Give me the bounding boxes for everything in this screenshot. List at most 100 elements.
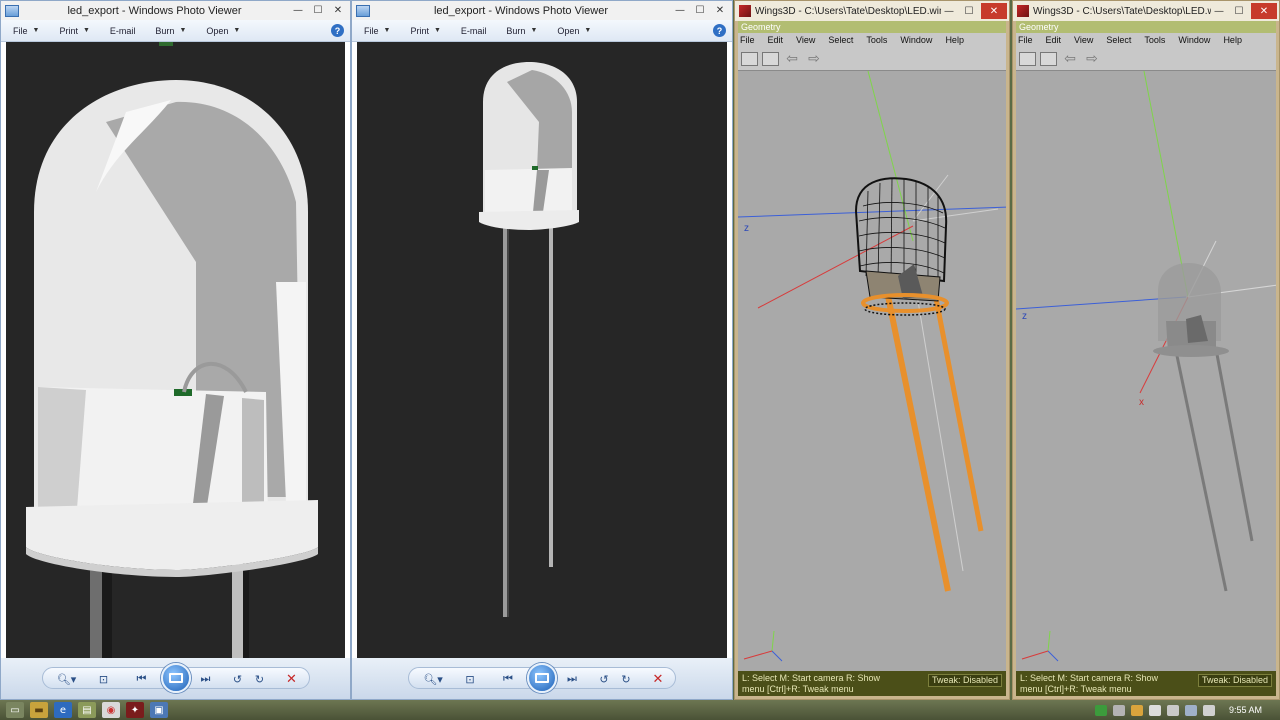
redo-arrow-icon[interactable]: ⇨ bbox=[805, 51, 823, 67]
menu-email[interactable]: E-mail bbox=[461, 26, 487, 36]
minimize-button[interactable]: — bbox=[941, 3, 957, 19]
keyboard-icon[interactable] bbox=[1202, 704, 1215, 716]
close-button[interactable]: ✕ bbox=[330, 3, 346, 19]
next-icon[interactable]: ⏭ bbox=[197, 671, 215, 687]
menu-edit[interactable]: Edit bbox=[1046, 35, 1062, 45]
minimize-button[interactable]: — bbox=[672, 3, 688, 19]
close-button[interactable]: ✕ bbox=[712, 3, 728, 19]
zoom-icon[interactable]: 🔍︎▾ bbox=[421, 671, 445, 687]
menu-tools[interactable]: Tools bbox=[1144, 35, 1165, 45]
wings3d-taskbar-icon[interactable]: ✦ bbox=[126, 702, 144, 718]
chevron-down-icon: ▼ bbox=[179, 27, 187, 34]
redo-arrow-icon[interactable]: ⇨ bbox=[1083, 51, 1101, 67]
undo-arrow-icon[interactable]: ⇦ bbox=[1061, 51, 1079, 67]
menu-burn[interactable]: Burn ▼ bbox=[506, 26, 537, 36]
menu-help[interactable]: Help bbox=[945, 35, 964, 45]
rotate-ccw-icon[interactable]: ↺ bbox=[229, 671, 247, 687]
menu-open[interactable]: Open ▼ bbox=[206, 26, 240, 36]
actual-size-icon[interactable]: ⊡ bbox=[95, 671, 113, 687]
menu-select[interactable]: Select bbox=[1106, 35, 1131, 45]
system-tray: 9:55 AM bbox=[1094, 700, 1280, 720]
previous-icon[interactable]: ⏮ bbox=[133, 671, 151, 687]
geometry-header: Geometry bbox=[738, 21, 1006, 33]
rotate-cw-icon[interactable]: ↻ bbox=[617, 671, 635, 687]
save-icon[interactable] bbox=[1040, 51, 1057, 66]
save-icon[interactable] bbox=[762, 51, 779, 66]
menu-file[interactable]: File bbox=[1018, 35, 1033, 45]
maximize-button[interactable]: ☐ bbox=[692, 3, 708, 19]
photo-viewer-window-1: led_export - Windows Photo Viewer — ☐ ✕ … bbox=[0, 0, 351, 700]
menu-edit[interactable]: Edit bbox=[768, 35, 784, 45]
help-icon[interactable]: ? bbox=[331, 24, 344, 37]
title-bar[interactable]: Wings3D - C:\Users\Tate\Desktop\LED.wi..… bbox=[1013, 1, 1279, 21]
menu-tools[interactable]: Tools bbox=[866, 35, 887, 45]
tray-app-icon[interactable] bbox=[1112, 704, 1125, 716]
title-bar[interactable]: led_export - Windows Photo Viewer — ☐ ✕ bbox=[352, 1, 732, 20]
axis-z-label: z bbox=[1022, 311, 1027, 322]
internet-explorer-icon[interactable]: e bbox=[54, 702, 72, 718]
led-ghost-scene bbox=[1016, 71, 1276, 662]
chrome-icon[interactable]: ◉ bbox=[102, 702, 120, 718]
undo-arrow-icon[interactable]: ⇦ bbox=[783, 51, 801, 67]
minimize-button[interactable]: — bbox=[290, 3, 306, 19]
notepad-icon[interactable]: ▤ bbox=[78, 702, 96, 718]
network-icon[interactable] bbox=[1148, 704, 1161, 716]
title-bar[interactable]: led_export - Windows Photo Viewer — ☐ ✕ bbox=[1, 1, 350, 20]
wings3d-app-icon bbox=[739, 5, 751, 17]
wings-client-area: Geometry File Edit View Select Tools Win… bbox=[738, 21, 1006, 696]
3d-viewport[interactable]: z x bbox=[1016, 71, 1276, 671]
menu-view[interactable]: View bbox=[796, 35, 815, 45]
chevron-down-icon: ▼ bbox=[383, 27, 391, 34]
3d-viewport[interactable]: z bbox=[738, 71, 1006, 671]
help-icon[interactable]: ? bbox=[713, 24, 726, 37]
minimize-button[interactable]: — bbox=[1211, 3, 1227, 19]
tweak-status[interactable]: Tweak: Disabled bbox=[1197, 674, 1272, 687]
axis-x-label: x bbox=[1139, 397, 1144, 408]
rotate-cw-icon[interactable]: ↻ bbox=[251, 671, 269, 687]
next-icon[interactable]: ⏭ bbox=[563, 671, 581, 687]
desktop-icon[interactable]: ▭ bbox=[6, 702, 24, 718]
menu-file[interactable]: File ▼ bbox=[13, 26, 39, 36]
close-button[interactable]: ✕ bbox=[981, 3, 1007, 19]
tweak-status[interactable]: Tweak: Disabled bbox=[927, 674, 1002, 687]
photo-viewer-app-icon bbox=[5, 4, 19, 17]
menu-open[interactable]: Open ▼ bbox=[557, 26, 591, 36]
open-folder-icon[interactable] bbox=[1019, 51, 1036, 66]
slideshow-button[interactable] bbox=[527, 663, 557, 693]
delete-icon[interactable]: ✕ bbox=[283, 671, 301, 687]
menu-window[interactable]: Window bbox=[1178, 35, 1210, 45]
menu-bar: File Edit View Select Tools Window Help bbox=[1016, 33, 1276, 47]
menu-burn[interactable]: Burn ▼ bbox=[155, 26, 186, 36]
zoom-icon[interactable]: 🔍︎▾ bbox=[55, 671, 79, 687]
wings3d-window-2: Wings3D - C:\Users\Tate\Desktop\LED.wi..… bbox=[1012, 0, 1280, 700]
menu-print[interactable]: Print ▼ bbox=[59, 26, 89, 36]
maximize-button[interactable]: ☐ bbox=[1231, 3, 1247, 19]
previous-icon[interactable]: ⏮ bbox=[499, 671, 517, 687]
rotate-ccw-icon[interactable]: ↺ bbox=[595, 671, 613, 687]
flag-icon[interactable] bbox=[1184, 704, 1197, 716]
slideshow-button[interactable] bbox=[160, 663, 191, 693]
menu-file[interactable]: File bbox=[740, 35, 755, 45]
open-folder-icon[interactable] bbox=[741, 51, 758, 66]
file-explorer-icon[interactable]: ▬ bbox=[30, 702, 48, 718]
menu-print[interactable]: Print ▼ bbox=[410, 26, 440, 36]
title-bar[interactable]: Wings3D - C:\Users\Tate\Desktop\LED.wing… bbox=[735, 1, 1009, 21]
maximize-button[interactable]: ☐ bbox=[961, 3, 977, 19]
actual-size-icon[interactable]: ⊡ bbox=[461, 671, 479, 687]
menu-select[interactable]: Select bbox=[828, 35, 853, 45]
command-bar: File ▼ Print ▼ E-mail Burn ▼ Open ▼ ? bbox=[352, 20, 732, 42]
menu-file[interactable]: File ▼ bbox=[364, 26, 390, 36]
clock[interactable]: 9:55 AM bbox=[1229, 705, 1262, 715]
menu-view[interactable]: View bbox=[1074, 35, 1093, 45]
menu-help[interactable]: Help bbox=[1223, 35, 1242, 45]
command-bar: File ▼ Print ▼ E-mail Burn ▼ Open ▼ ? bbox=[1, 20, 350, 42]
nvidia-icon[interactable] bbox=[1094, 704, 1107, 716]
close-button[interactable]: ✕ bbox=[1251, 3, 1277, 19]
menu-email[interactable]: E-mail bbox=[110, 26, 136, 36]
volume-icon[interactable] bbox=[1166, 704, 1179, 716]
maximize-button[interactable]: ☐ bbox=[310, 3, 326, 19]
delete-icon[interactable]: ✕ bbox=[649, 671, 667, 687]
menu-window[interactable]: Window bbox=[900, 35, 932, 45]
tray-app-icon[interactable] bbox=[1130, 704, 1143, 716]
photo-viewer-taskbar-icon[interactable]: ▣ bbox=[150, 702, 168, 718]
